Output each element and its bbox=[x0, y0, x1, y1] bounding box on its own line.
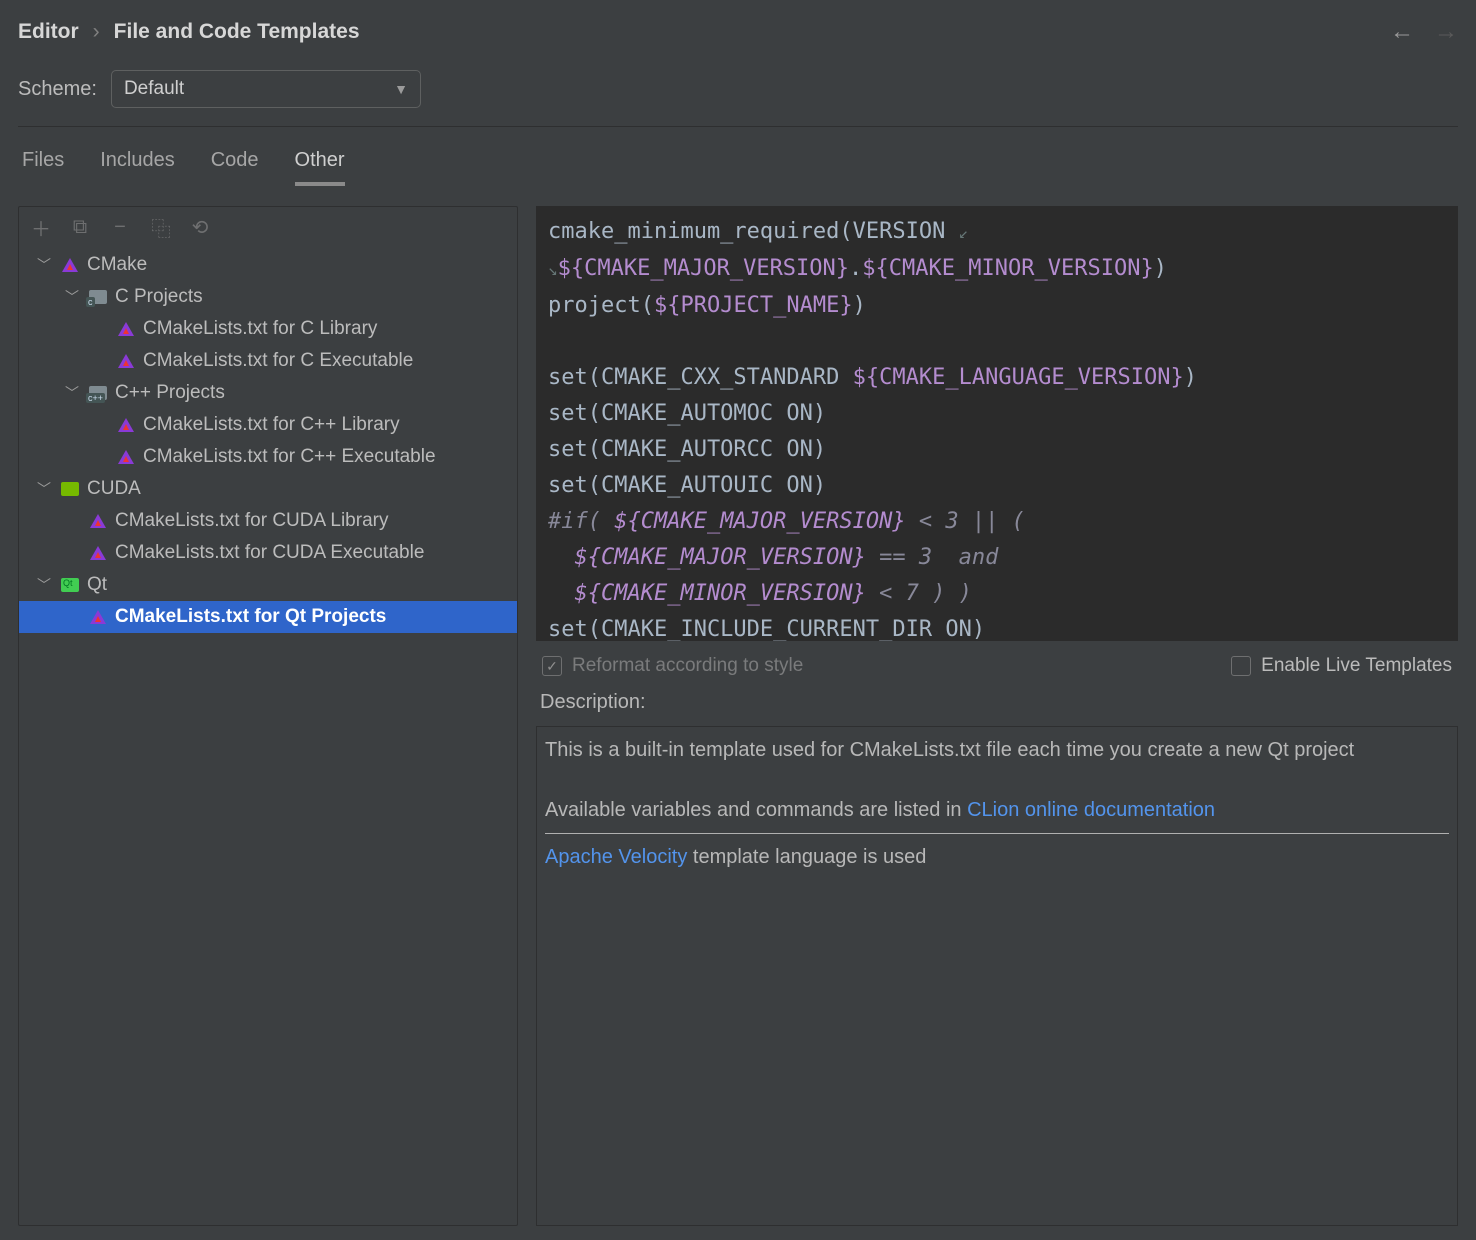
chevron-down-icon[interactable]: ﹀ bbox=[37, 255, 55, 275]
folder-icon: c bbox=[87, 290, 109, 304]
tree-node-c-projects[interactable]: ﹀ c C Projects bbox=[19, 281, 517, 313]
chevron-down-icon: ▼ bbox=[394, 81, 408, 97]
tree-node-qt[interactable]: ﹀ Qt bbox=[19, 569, 517, 601]
tab-other[interactable]: Other bbox=[295, 149, 345, 186]
chevron-right-icon: › bbox=[93, 20, 100, 44]
cmake-icon bbox=[115, 450, 137, 464]
back-arrow-icon[interactable]: ← bbox=[1390, 18, 1414, 46]
tab-files[interactable]: Files bbox=[22, 149, 64, 186]
cmake-icon bbox=[87, 514, 109, 528]
checkbox-checked-icon: ✓ bbox=[542, 656, 562, 676]
apache-velocity-link[interactable]: Apache Velocity bbox=[545, 846, 687, 868]
scheme-label: Scheme: bbox=[18, 78, 97, 101]
cmake-icon bbox=[87, 546, 109, 560]
tree-label: CUDA bbox=[87, 478, 141, 500]
enable-live-templates-checkbox[interactable]: Enable Live Templates bbox=[1231, 655, 1452, 677]
qt-icon bbox=[59, 578, 81, 592]
folder-icon: c++ bbox=[87, 386, 109, 400]
breadcrumb-current: File and Code Templates bbox=[114, 20, 360, 44]
breadcrumb-parent[interactable]: Editor bbox=[18, 20, 79, 44]
cmake-icon bbox=[87, 610, 109, 624]
tree-label: CMakeLists.txt for CUDA Library bbox=[115, 510, 388, 532]
tree-node-qt-projects[interactable]: · CMakeLists.txt for Qt Projects bbox=[19, 601, 517, 633]
cmake-icon bbox=[59, 258, 81, 272]
description-label: Description: bbox=[536, 691, 1458, 714]
tree-label: CMakeLists.txt for C++ Executable bbox=[143, 446, 436, 468]
chevron-down-icon[interactable]: ﹀ bbox=[65, 287, 83, 307]
chevron-down-icon[interactable]: ﹀ bbox=[65, 383, 83, 403]
description-p3b: template language is used bbox=[687, 846, 926, 868]
tree-node-c-library[interactable]: · CMakeLists.txt for C Library bbox=[19, 313, 517, 345]
tree-node-cuda-executable[interactable]: · CMakeLists.txt for CUDA Executable bbox=[19, 537, 517, 569]
copy-icon[interactable]: ⿻ bbox=[151, 213, 169, 242]
tab-code[interactable]: Code bbox=[211, 149, 259, 186]
scheme-select[interactable]: Default ▼ bbox=[111, 70, 421, 108]
scheme-value: Default bbox=[124, 78, 184, 100]
tree-label: CMake bbox=[87, 254, 147, 276]
tree-label: CMakeLists.txt for C Executable bbox=[143, 350, 413, 372]
tree-label: C++ Projects bbox=[115, 382, 225, 404]
chevron-down-icon[interactable]: ﹀ bbox=[37, 479, 55, 499]
template-code-editor[interactable]: cmake_minimum_required(VERSION ↙ ↘${CMAK… bbox=[536, 206, 1458, 641]
copy-template-icon[interactable]: ⧉ bbox=[71, 216, 89, 239]
tree-node-cpp-executable[interactable]: · CMakeLists.txt for C++ Executable bbox=[19, 441, 517, 473]
tab-includes[interactable]: Includes bbox=[100, 149, 175, 186]
tree-label: Qt bbox=[87, 574, 107, 596]
soft-wrap-icon: ↙ bbox=[959, 223, 969, 242]
tree-label: CMakeLists.txt for C Library bbox=[143, 318, 377, 340]
tree-node-cpp-projects[interactable]: ﹀ c++ C++ Projects bbox=[19, 377, 517, 409]
chevron-down-icon[interactable]: ﹀ bbox=[37, 575, 55, 595]
forward-arrow-icon: → bbox=[1434, 18, 1458, 46]
tree-label: CMakeLists.txt for CUDA Executable bbox=[115, 542, 424, 564]
checkbox-unchecked-icon bbox=[1231, 656, 1251, 676]
reformat-checkbox: ✓ Reformat according to style bbox=[542, 655, 803, 677]
revert-icon[interactable]: ⟲ bbox=[191, 215, 209, 240]
cmake-icon bbox=[115, 418, 137, 432]
tree-node-cuda-library[interactable]: · CMakeLists.txt for CUDA Library bbox=[19, 505, 517, 537]
tree-node-cpp-library[interactable]: · CMakeLists.txt for C++ Library bbox=[19, 409, 517, 441]
tree-label: C Projects bbox=[115, 286, 203, 308]
description-p1: This is a built-in template used for CMa… bbox=[545, 735, 1449, 765]
tree-node-cmake[interactable]: ﹀ CMake bbox=[19, 249, 517, 281]
cuda-icon bbox=[59, 482, 81, 496]
breadcrumb: Editor › File and Code Templates bbox=[18, 20, 360, 44]
tree-label: CMakeLists.txt for Qt Projects bbox=[115, 606, 386, 628]
remove-icon[interactable]: − bbox=[111, 216, 129, 239]
live-templates-label: Enable Live Templates bbox=[1261, 655, 1452, 677]
add-icon[interactable]: ＋ bbox=[31, 213, 49, 242]
tree-node-c-executable[interactable]: · CMakeLists.txt for C Executable bbox=[19, 345, 517, 377]
description-box: This is a built-in template used for CMa… bbox=[536, 726, 1458, 1226]
tree-label: CMakeLists.txt for C++ Library bbox=[143, 414, 400, 436]
cmake-icon bbox=[115, 322, 137, 336]
clion-docs-link[interactable]: CLion online documentation bbox=[967, 799, 1215, 821]
template-tree[interactable]: ﹀ CMake ﹀ c C Projects · CMakeLists.txt … bbox=[19, 247, 517, 1225]
soft-wrap-icon: ↘ bbox=[548, 260, 558, 279]
tree-node-cuda[interactable]: ﹀ CUDA bbox=[19, 473, 517, 505]
cmake-icon bbox=[115, 354, 137, 368]
reformat-label: Reformat according to style bbox=[572, 655, 803, 677]
description-p2a: Available variables and commands are lis… bbox=[545, 799, 967, 821]
